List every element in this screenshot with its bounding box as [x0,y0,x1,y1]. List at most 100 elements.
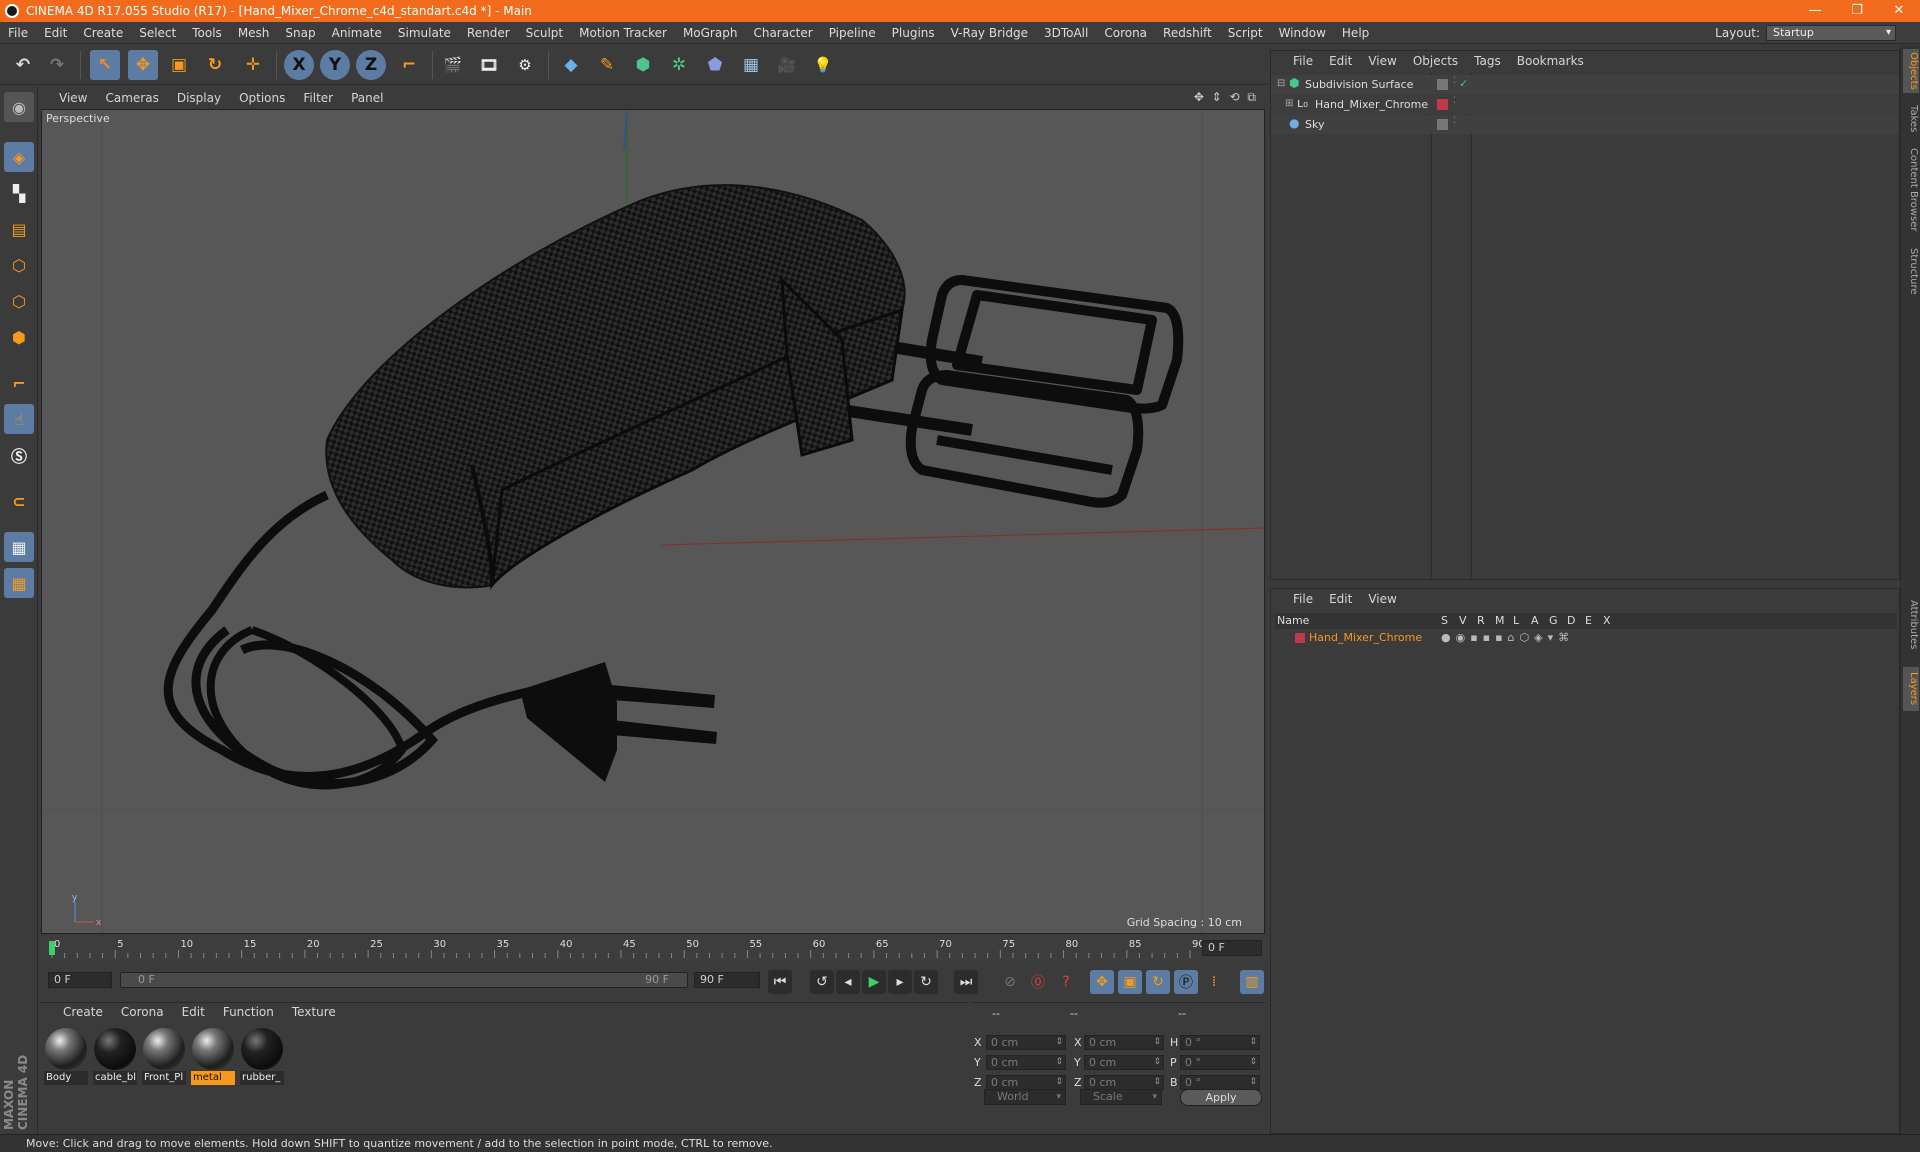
timeline-window-icon[interactable]: ▥ [1240,970,1264,994]
material-swatch[interactable]: Front_Pl [142,1027,186,1085]
menu-file[interactable]: File [0,26,36,40]
menu-character[interactable]: Character [745,26,820,40]
menu-render[interactable]: Render [459,26,518,40]
start-frame-field[interactable]: 0 F [48,972,112,988]
locked-workplane-icon[interactable]: ▦ [4,532,34,562]
menu-help[interactable]: Help [1334,26,1377,40]
layer-col-header[interactable]: M [1495,613,1505,629]
autokey-icon[interactable]: ⓪ [1026,970,1050,994]
coord-value-field[interactable]: 0 cm [986,1055,1066,1070]
layer-row[interactable]: Hand_Mixer_Chrome ●◉▪▪▪⌂⬡◈▾⌘ [1275,629,1897,647]
object-menu-objects[interactable]: Objects [1405,54,1466,68]
layer-col-header[interactable]: E [1585,613,1592,629]
tab-structure[interactable]: Structure [1903,243,1919,299]
menu-v-ray-bridge[interactable]: V-Ray Bridge [943,26,1036,40]
material-swatch[interactable]: Body [44,1027,88,1085]
coord-value-field[interactable]: 0 ° [1180,1055,1260,1070]
workplane-mode-icon[interactable]: ▤ [4,214,34,244]
light-button[interactable]: 💡 [808,50,838,80]
layer-col-header[interactable]: D [1567,613,1575,629]
maximize-button[interactable]: ❐ [1836,0,1878,22]
texture-mode-icon[interactable]: ▚ [4,178,34,208]
mograph-array-button[interactable]: ✲ [664,50,694,80]
viewport-menu-view[interactable]: View [50,91,96,105]
object-menu-view[interactable]: View [1360,54,1404,68]
redo-button[interactable]: ↷ [42,50,72,80]
layer-col-header[interactable]: G [1549,613,1558,629]
layer-menu-view[interactable]: View [1360,592,1404,606]
timeline-ruler[interactable]: 0 5 10 15 20 25 30 35 40 45 50 55 60 65 70 75 80 85 90 0 F [40,936,1266,960]
tab-content-browser[interactable]: Content Browser [1903,145,1919,235]
previous-frame-button[interactable]: ◂ [836,970,860,994]
object-row-subdivision[interactable]: ⊟ ⬢ Subdivision Surface ⁚ ✓ [1271,75,1899,94]
menu-plugins[interactable]: Plugins [884,26,943,40]
z-axis-button[interactable]: Z [356,50,386,80]
material-menu-edit[interactable]: Edit [173,1005,214,1019]
points-mode-icon[interactable]: ⬡ [4,250,34,280]
subdivision-surface-button[interactable]: ⬢ [628,50,658,80]
cube-object-button[interactable]: ◆ [556,50,586,80]
menu-sculpt[interactable]: Sculpt [518,26,571,40]
tab-attributes[interactable]: Attributes [1903,590,1919,660]
go-to-start-button[interactable]: ⏮ [768,970,792,994]
playhead-marker[interactable] [49,941,55,955]
collapse-icon[interactable]: ⊟ [1277,78,1285,89]
make-editable-icon[interactable]: ◉ [4,92,34,122]
menu-snap[interactable]: Snap [277,26,323,40]
material-menu-create[interactable]: Create [54,1005,112,1019]
tab-takes[interactable]: Takes [1903,101,1919,137]
tweak-mode-icon[interactable]: ☝ [4,404,34,434]
coord-space-dropdown[interactable]: World [984,1089,1066,1105]
layer-menu-file[interactable]: File [1285,592,1321,606]
object-menu-tags[interactable]: Tags [1466,54,1509,68]
viewport-menu-filter[interactable]: Filter [294,91,342,105]
planar-workplane-icon[interactable]: ▦ [4,568,34,598]
key-rotation-icon[interactable]: ↻ [1146,970,1170,994]
menu-3dtoall[interactable]: 3DToAll [1036,26,1096,40]
menu-tools[interactable]: Tools [184,26,230,40]
material-menu-function[interactable]: Function [214,1005,283,1019]
viewport-menu-options[interactable]: Options [230,91,294,105]
layer-toggle-icons[interactable]: ●◉▪▪▪⌂⬡◈▾⌘ [1441,631,1574,644]
coord-value-field[interactable]: 0 cm [1084,1035,1164,1050]
pen-spline-button[interactable]: ✎ [592,50,622,80]
minimize-button[interactable]: — [1794,0,1836,22]
menu-edit[interactable]: Edit [36,26,75,40]
apply-button[interactable]: Apply [1180,1089,1262,1106]
polygons-mode-icon[interactable]: ⬢ [4,322,34,352]
object-menu-file[interactable]: File [1285,54,1321,68]
layer-col-header[interactable]: S [1441,613,1448,629]
select-tool-button[interactable]: ↖ [90,50,120,80]
perspective-viewport[interactable]: y x Perspective Grid Spacing : 10 cm [41,109,1265,934]
tab-objects[interactable]: Objects [1903,49,1919,93]
current-frame-field[interactable]: 0 F [1202,940,1262,956]
material-swatch[interactable]: cable_bl [93,1027,137,1085]
snap-icon[interactable]: ⊂ [4,486,34,516]
tab-layers[interactable]: Layers [1903,667,1919,711]
coord-value-field[interactable]: 0 cm [1084,1055,1164,1070]
undo-button[interactable]: ↶ [8,50,38,80]
layer-col-header[interactable]: V [1459,613,1467,629]
menu-pipeline[interactable]: Pipeline [821,26,884,40]
menu-create[interactable]: Create [75,26,131,40]
move-tool-button[interactable]: ✥ [128,50,158,80]
layer-color-swatch[interactable] [1295,633,1305,643]
viewport-nav-icons[interactable]: ✥ ⇕ ⟲ ⧉ [1194,90,1258,105]
axis-mode-icon[interactable]: ⌐ [4,368,34,398]
solo-mode-icon[interactable]: Ⓢ [4,440,34,470]
enabled-check-icon[interactable]: ✓ [1459,77,1468,90]
next-key-button[interactable]: ↻ [914,970,938,994]
keyframe-selection-icon[interactable]: ? [1054,970,1078,994]
menu-mesh[interactable]: Mesh [230,26,278,40]
x-axis-button[interactable]: X [284,50,314,80]
end-frame-field[interactable]: 90 F [694,972,760,988]
object-menu-edit[interactable]: Edit [1321,54,1360,68]
edges-mode-icon[interactable]: ⬡ [4,286,34,316]
menu-animate[interactable]: Animate [324,26,390,40]
expand-icon[interactable]: ⊞ [1285,98,1293,109]
object-menu-bookmarks[interactable]: Bookmarks [1509,54,1592,68]
scale-tool-button[interactable]: ▣ [164,50,194,80]
viewport-menu-panel[interactable]: Panel [342,91,392,105]
coord-mode-dropdown[interactable]: Scale [1080,1089,1162,1105]
coordinate-system-button[interactable]: ⌐ [394,50,424,80]
